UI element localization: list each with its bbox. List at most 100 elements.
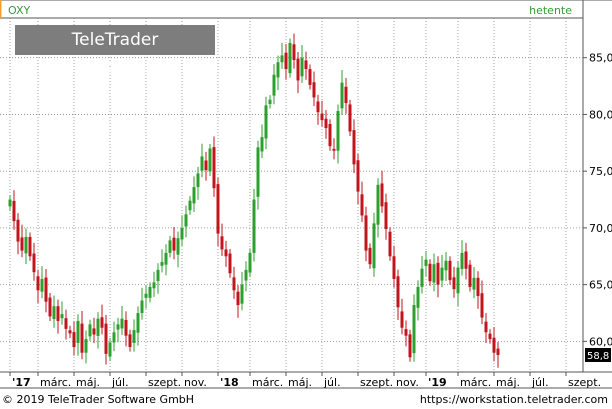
candle-body (24, 236, 28, 254)
candle-body (144, 293, 148, 298)
candle-body (428, 263, 432, 282)
candle-body (8, 199, 12, 207)
candle-body (116, 324, 120, 330)
candle-body (416, 286, 420, 308)
candle-body (164, 252, 168, 265)
candle-body (384, 202, 388, 230)
candle-body (60, 314, 64, 319)
candle-body (284, 52, 288, 70)
candle-body (488, 333, 492, 340)
candle-body (180, 227, 184, 240)
candle-body (228, 253, 232, 274)
candle-body (368, 247, 372, 265)
candle-body (420, 268, 424, 287)
candle-body (472, 277, 476, 290)
candle-body (52, 306, 56, 320)
candle-body (200, 156, 204, 171)
candle-body (28, 236, 32, 257)
y-tick-label: 85,0 (589, 52, 612, 65)
y-tick-label: 60,0 (589, 335, 612, 348)
candle-body (332, 148, 336, 151)
candle-body (340, 82, 344, 109)
candle-body (168, 240, 172, 253)
candle-body (388, 231, 392, 257)
x-tick-label: nov. (396, 376, 419, 389)
candle-body (456, 267, 460, 294)
candle-body (344, 86, 348, 104)
candle-body (176, 238, 180, 255)
candle-body (172, 237, 176, 251)
candle-body (192, 187, 196, 204)
watermark-regular: TeleTrader (71, 30, 159, 50)
candle-body (204, 160, 208, 171)
copyright-text: © 2019 TeleTrader Software GmbH (2, 393, 195, 406)
candle-body (256, 147, 260, 197)
x-tick-label: '18 (220, 376, 239, 389)
candle-body (492, 337, 496, 353)
candle-body (84, 339, 88, 353)
candle-body (288, 42, 292, 74)
candle-body (300, 57, 304, 77)
candle-body (96, 318, 100, 336)
candle-body (396, 276, 400, 308)
y-tick-label: 80,0 (589, 108, 612, 121)
candle-body (292, 44, 296, 60)
candle-body (452, 277, 456, 290)
last-price-label: 58,8 (587, 351, 609, 362)
x-tick-label: júl. (531, 376, 549, 389)
candle-body (372, 223, 376, 269)
candle-body (148, 286, 152, 298)
candle-body (296, 58, 300, 81)
candle-body (484, 321, 488, 333)
x-tick-label: máj. (76, 376, 100, 389)
candle-body (104, 323, 108, 354)
candle-body (348, 104, 352, 132)
candle-body (188, 200, 192, 211)
watermark-logo: TeleTrader WorkStation (15, 25, 215, 80)
candle-body (436, 262, 440, 285)
candle-body (448, 260, 452, 281)
x-tick-label: júl. (323, 376, 341, 389)
x-tick-label: szept. (360, 376, 393, 389)
candle-body (68, 330, 72, 334)
candle-body (324, 118, 328, 129)
axis-layer: 60,0 65,0 70,0 75,0 80,0 85,0 '17 márc. máj. júl.… (9, 52, 612, 389)
candle-body (408, 334, 412, 358)
x-tick-label: szept. (148, 376, 181, 389)
candle-body (304, 60, 308, 70)
candle-body (156, 269, 160, 282)
candle-body (356, 160, 360, 192)
candle-body (308, 69, 312, 85)
candle-body (404, 329, 408, 336)
candle-body (140, 300, 144, 313)
chart-frame: 60,0 65,0 70,0 75,0 80,0 85,0 '17 márc. máj. júl.… (0, 0, 612, 409)
candle-body (268, 99, 272, 105)
candle-body (132, 330, 136, 343)
candle-body (56, 306, 60, 321)
x-tick-label: márc. (252, 376, 283, 389)
candle-body (32, 253, 36, 273)
candle-body (76, 320, 80, 343)
symbol-label: OXY (8, 4, 31, 17)
x-tick-label: márc. (460, 376, 491, 389)
source-url[interactable]: https://workstation.teletrader.com (420, 393, 608, 406)
candle-body (232, 277, 236, 291)
candle-body (224, 249, 228, 257)
candle-body (364, 215, 368, 251)
candle-body (336, 111, 340, 151)
y-tick-label: 65,0 (589, 279, 612, 292)
candle-body (252, 199, 256, 253)
candle-body (240, 284, 244, 304)
candle-body (36, 276, 40, 291)
candle-body (440, 267, 444, 281)
candle-body (392, 256, 396, 279)
x-tick-label: '17 (12, 376, 31, 389)
candle-body (124, 320, 128, 336)
candle-body (380, 183, 384, 207)
candle-body (260, 137, 264, 152)
candle-body (244, 269, 248, 281)
candle-body (48, 297, 52, 317)
candle-body (352, 130, 356, 165)
candle-body (376, 184, 380, 225)
candle-body (72, 332, 76, 348)
